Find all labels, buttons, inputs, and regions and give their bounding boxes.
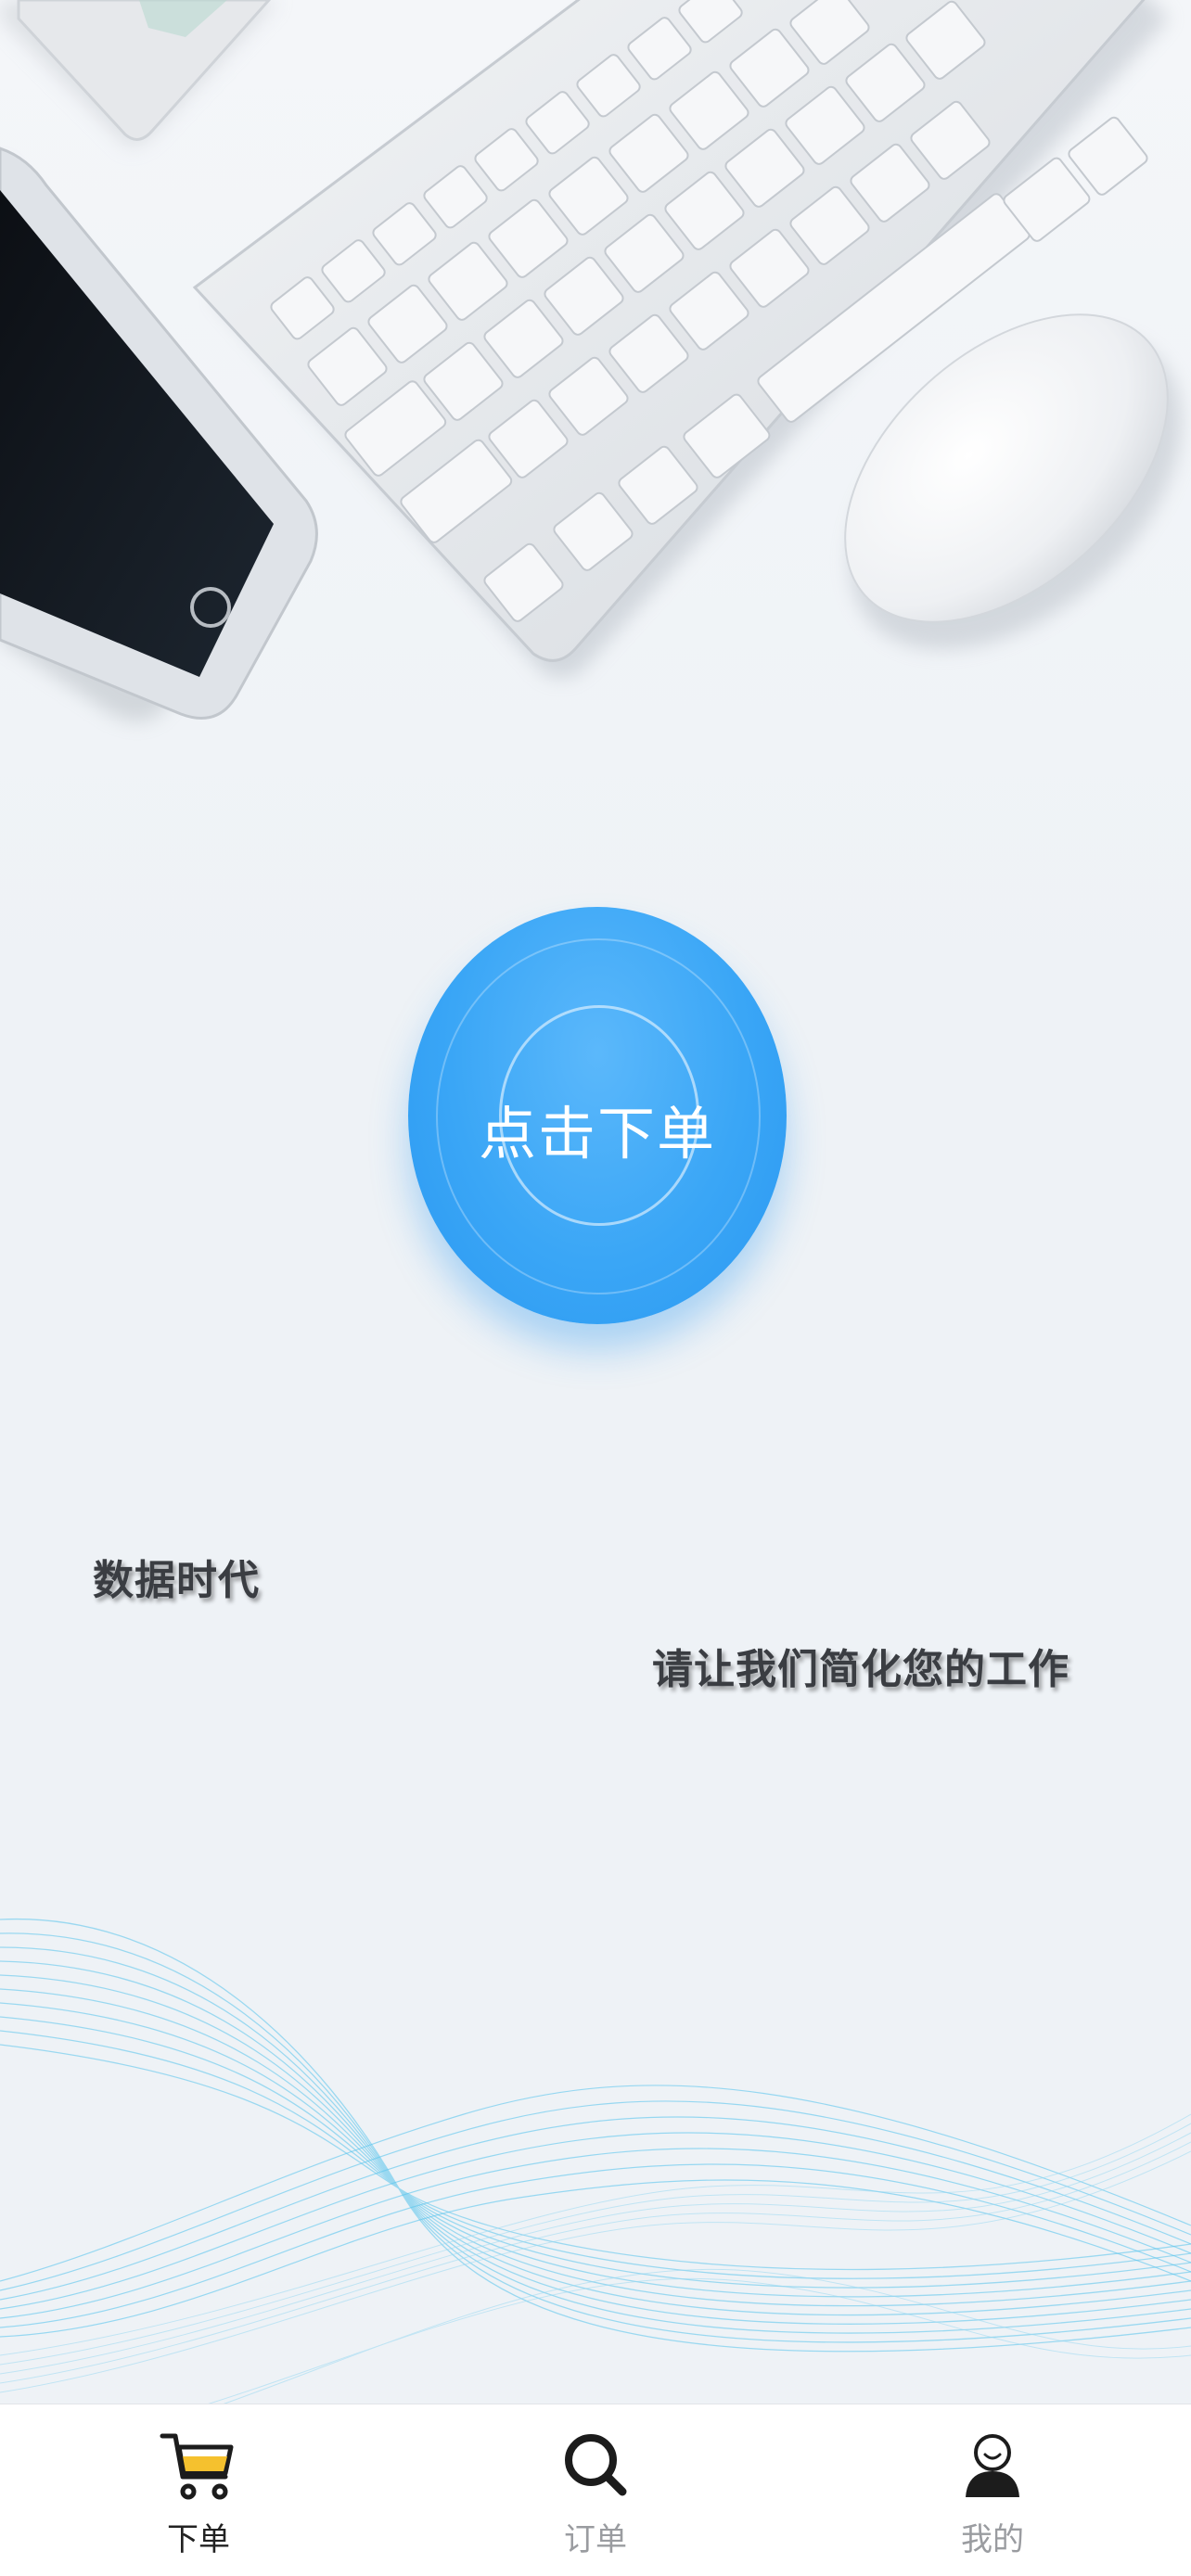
order-home-screen: 点击下单 数据时代 请让我们简化您的工作 下单 订单 我的 [0,0,1191,2576]
tab-profile[interactable]: 我的 [794,2404,1191,2576]
tab-place-order[interactable]: 下单 [0,2404,397,2576]
slogan-secondary: 请让我们简化您的工作 [652,1646,1069,1693]
bottom-tab-bar: 下单 订单 我的 [0,2404,1191,2576]
tab-place-order-label: 下单 [167,2521,230,2558]
tab-profile-label: 我的 [961,2521,1024,2558]
place-order-label: 点击下单 [478,1100,716,1167]
tablet-corner [0,0,278,148]
search-icon [565,2434,627,2496]
desk-illustration [0,0,1182,721]
tab-orders[interactable]: 订单 [397,2404,794,2576]
user-profile-icon [966,2434,1019,2497]
tab-orders-label: 订单 [564,2521,627,2558]
slogan-primary: 数据时代 [93,1557,260,1604]
place-order-button[interactable]: 点击下单 [408,907,787,1324]
shopping-cart-icon [160,2433,234,2500]
wave-lines-decoration [0,1918,1191,2411]
